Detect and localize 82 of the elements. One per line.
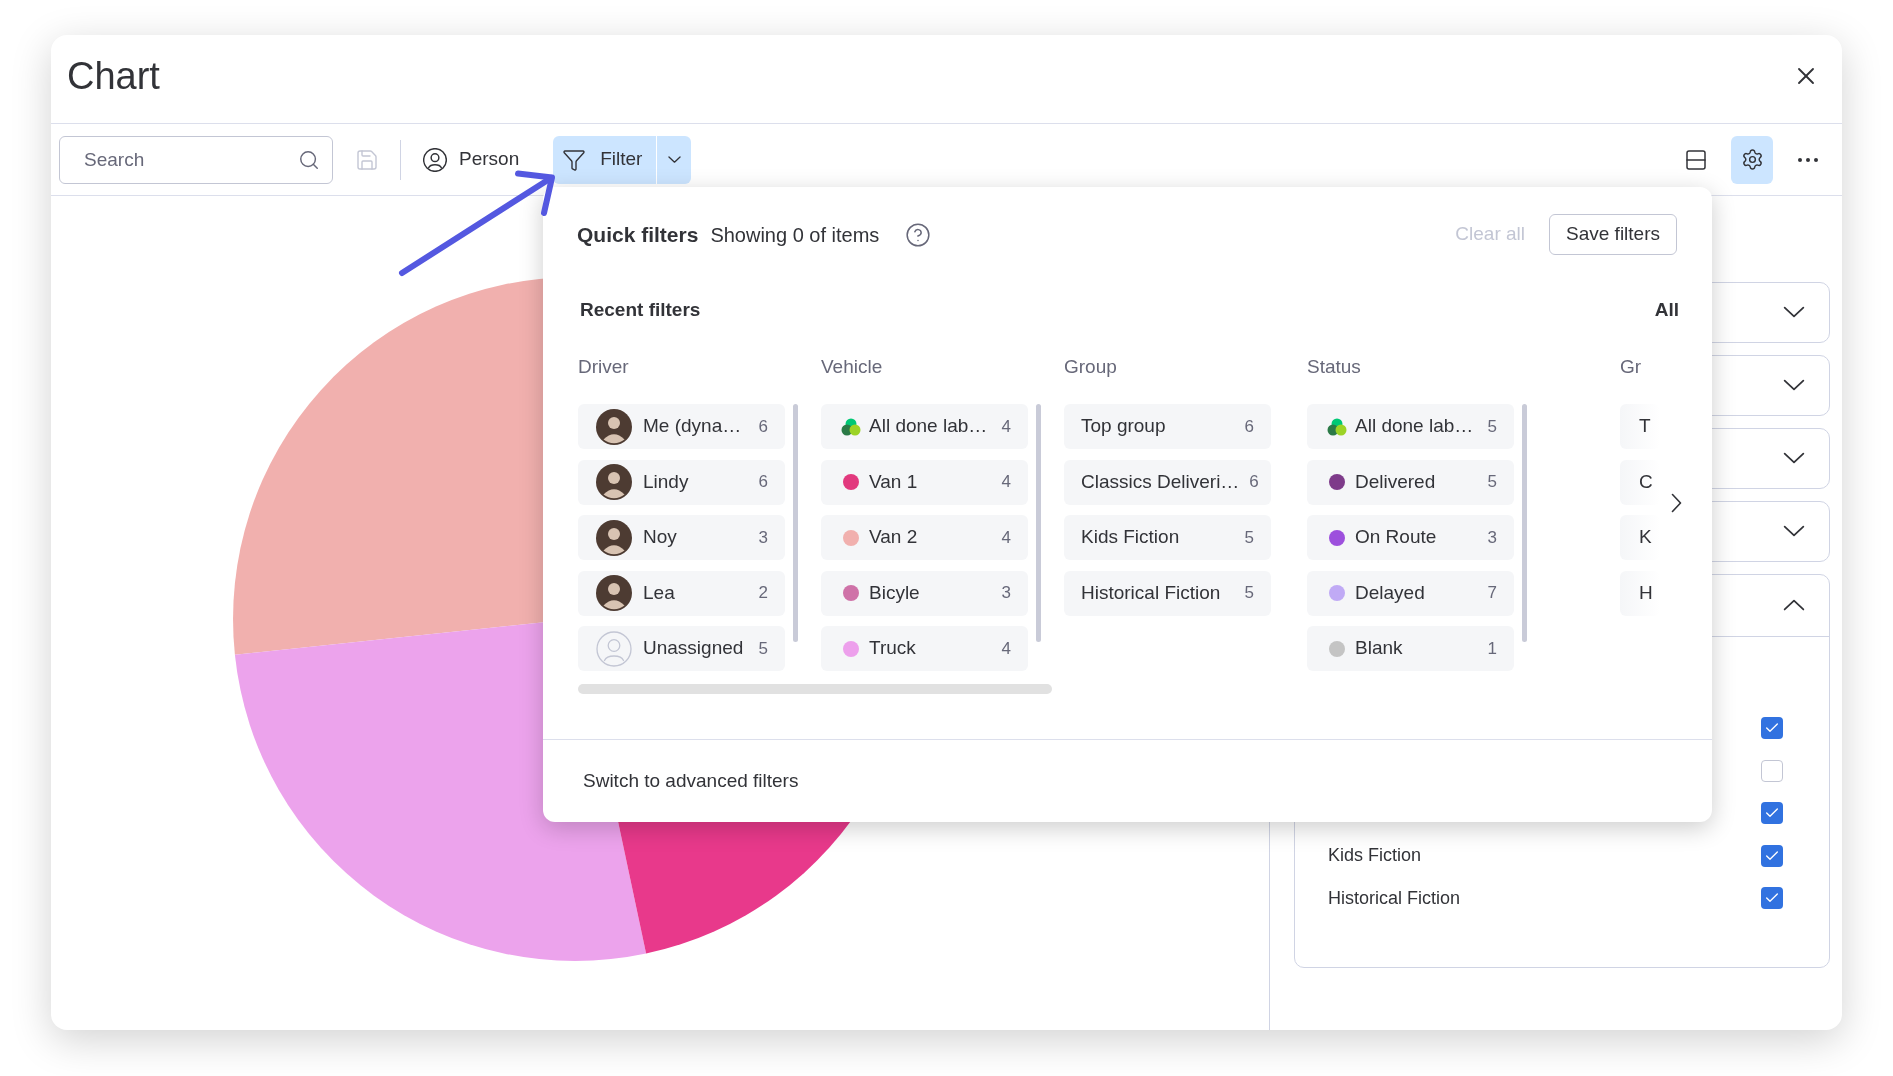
filter-chip[interactable]: Noy 3 <box>578 515 785 560</box>
filter-chip[interactable]: Truck 4 <box>821 626 1028 671</box>
column-heading: Group <box>1064 355 1118 379</box>
layout-icon <box>1684 147 1708 172</box>
column-heading: Driver <box>578 355 630 379</box>
item-count: 6 <box>1249 471 1259 494</box>
vertical-scrollbar[interactable] <box>1036 404 1041 642</box>
item-count: 2 <box>758 582 768 605</box>
filter-button[interactable]: Filter <box>553 135 657 184</box>
filter-chip[interactable]: Classics Deliveri… 6 <box>1064 459 1271 505</box>
vertical-scrollbar[interactable] <box>793 404 798 642</box>
item-count: 4 <box>1001 415 1011 438</box>
chevron-down-icon <box>667 155 681 164</box>
column-heading: Vehicle <box>821 355 884 379</box>
checkbox[interactable] <box>1761 802 1783 825</box>
help-icon[interactable] <box>905 221 932 248</box>
item-count: 5 <box>1487 471 1497 494</box>
item-count: 3 <box>758 526 768 549</box>
avatar-icon <box>596 408 632 445</box>
filter-chip[interactable]: Lindy 6 <box>578 459 785 505</box>
column-heading: Status <box>1307 355 1362 379</box>
save-icon <box>355 147 379 172</box>
item-count: 5 <box>1487 415 1497 438</box>
filter-chip[interactable]: Me (dyna… 6 <box>578 404 785 449</box>
filter-chip[interactable]: Kids Fiction 5 <box>1064 515 1271 560</box>
checkbox[interactable] <box>1761 717 1783 740</box>
checkbox[interactable] <box>1761 844 1783 867</box>
person-button[interactable]: Person <box>415 135 528 184</box>
item-count: 4 <box>1001 526 1011 549</box>
search-icon <box>298 148 320 171</box>
settings-icon <box>1740 148 1764 171</box>
filter-chip[interactable]: Bicyle 3 <box>821 570 1028 616</box>
filter-chip[interactable]: All done lab… 5 <box>1307 404 1514 449</box>
chevron-right-icon <box>1670 493 1682 513</box>
avatar-icon <box>596 575 632 611</box>
filter-chip[interactable]: Blank 1 <box>1307 626 1514 671</box>
items-summary: Showing 0 of items <box>710 222 880 248</box>
window-title: Chart <box>67 53 160 99</box>
item-count: 3 <box>1001 582 1011 605</box>
circle-cluster-icon <box>841 417 861 436</box>
option-label: Historical Fiction <box>1328 886 1461 910</box>
column-heading: Gr <box>1620 355 1643 379</box>
filter-chip[interactable]: Unassigned 5 <box>578 626 785 671</box>
item-count: 4 <box>1001 637 1011 660</box>
section-title: Recent filters <box>580 297 701 322</box>
item-count: 6 <box>758 471 768 494</box>
more-icon <box>1798 157 1818 162</box>
advanced-filters-link[interactable]: Switch to advanced filters <box>583 766 799 796</box>
filter-icon <box>562 147 587 172</box>
save-filters-button[interactable]: Save filters <box>1549 214 1677 255</box>
filter-chip[interactable]: Historical Fiction 5 <box>1064 570 1271 616</box>
filter-chip[interactable]: Lea 2 <box>578 570 785 616</box>
all-label: All <box>1654 297 1679 322</box>
option-label: Kids Fiction <box>1328 844 1422 868</box>
item-count: 6 <box>1244 415 1254 438</box>
search-field[interactable]: Search <box>59 135 333 184</box>
popup-title: Quick filters <box>577 221 699 248</box>
filter-chip[interactable]: Van 1 4 <box>821 459 1028 505</box>
checkbox[interactable] <box>1761 759 1783 782</box>
horizontal-scrollbar[interactable] <box>578 684 1052 694</box>
item-count: 5 <box>758 637 768 660</box>
item-count: 1 <box>1487 637 1497 660</box>
item-count: 5 <box>1244 582 1254 605</box>
item-count: 6 <box>758 415 768 438</box>
filter-chip[interactable]: Delivered 5 <box>1307 459 1514 505</box>
item-count: 7 <box>1487 582 1497 605</box>
filter-chip[interactable]: Van 2 4 <box>821 515 1028 560</box>
checkbox[interactable] <box>1761 887 1783 910</box>
filter-chip[interactable]: Delayed 7 <box>1307 570 1514 616</box>
vertical-scrollbar[interactable] <box>1522 404 1527 642</box>
person-outline-icon <box>596 630 632 667</box>
item-count: 5 <box>1244 526 1254 549</box>
item-count: 4 <box>1001 471 1011 494</box>
filter-chip[interactable]: All done lab… 4 <box>821 404 1028 449</box>
avatar-icon <box>596 519 632 556</box>
filter-chip[interactable]: Top group 6 <box>1064 404 1271 449</box>
item-count: 3 <box>1487 526 1497 549</box>
filter-chip[interactable]: On Route 3 <box>1307 515 1514 560</box>
settings-button[interactable] <box>1731 135 1773 184</box>
circle-cluster-icon <box>1327 417 1347 436</box>
person-icon <box>423 147 447 172</box>
avatar-icon <box>596 464 632 500</box>
